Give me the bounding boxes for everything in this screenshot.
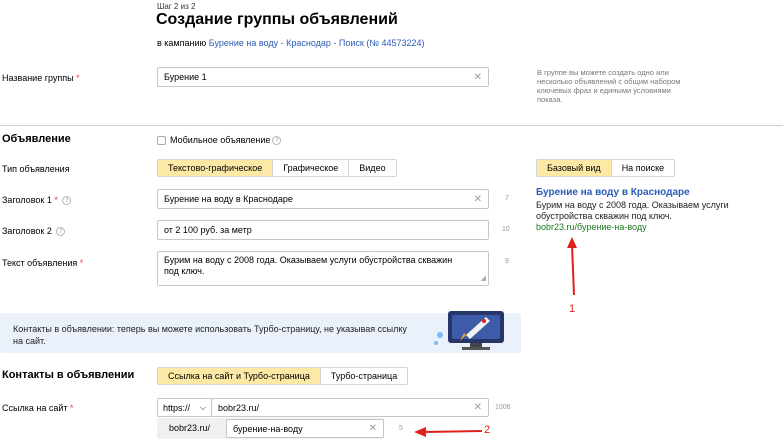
display-domain: bobr23.ru/ xyxy=(169,423,211,433)
title2-input[interactable]: от 2 100 руб. за метр xyxy=(157,220,489,240)
ad-type-video[interactable]: Видео xyxy=(349,160,396,176)
site-url-value: bobr23.ru/ xyxy=(218,402,260,413)
ad-type-graphic[interactable]: Графическое xyxy=(273,160,350,176)
ad-type-label: Тип объявления xyxy=(2,164,70,174)
annotation-label-2: 2 xyxy=(484,424,491,436)
help-icon[interactable]: ? xyxy=(62,196,72,206)
ad-section-title: Объявление xyxy=(2,133,71,145)
clear-icon[interactable]: ✕ xyxy=(369,423,377,434)
title1-label: Заголовок 1 * ? xyxy=(2,195,72,206)
ad-type-text-graphic[interactable]: Текстово-графическое xyxy=(158,160,274,176)
ad-text-textarea[interactable]: Бурим на воду с 2008 года. Оказываем усл… xyxy=(157,251,489,286)
display-link-row: bobr23.ru/ бурение-на-воду ✕ xyxy=(157,418,384,439)
banner-text: Контакты в объявлении: теперь вы можете … xyxy=(13,324,407,346)
protocol-value: https:// xyxy=(163,402,191,413)
annotation-arrow-1 xyxy=(567,237,577,296)
resize-handle-icon[interactable]: ◢ xyxy=(481,273,486,284)
step-indicator: Шаг 2 из 2 xyxy=(157,2,196,11)
turbo-banner: Контакты в объявлении: теперь вы можете … xyxy=(0,311,521,353)
contacts-option-turbo[interactable]: Турбо-страница xyxy=(320,368,408,384)
display-path-value: бурение-на-воду xyxy=(233,423,303,434)
preview-text: Бурим на воду с 2008 года. Оказываем усл… xyxy=(536,200,729,221)
contacts-option-site-and-turbo[interactable]: Ссылка на сайт и Турбо-страница xyxy=(158,368,321,384)
page-title: Создание группы объявлений xyxy=(156,11,398,28)
ad-type-selector[interactable]: Текстово-графическое Графическое Видео xyxy=(157,159,397,177)
site-link-label: Ссылка на сайт * xyxy=(2,403,74,413)
title2-counter: 10 xyxy=(502,226,510,233)
group-name-input[interactable]: Бурение 1 ✕ xyxy=(157,67,489,87)
protocol-select[interactable]: https:// ⌵ xyxy=(157,398,212,417)
mobile-ad-checkbox[interactable] xyxy=(157,135,166,145)
ad-text-label: Текст объявления * xyxy=(2,258,84,268)
title1-value: Бурение на воду в Краснодаре xyxy=(164,194,293,204)
display-path-input[interactable]: бурение-на-воду ✕ xyxy=(226,419,384,438)
title1-counter: 7 xyxy=(505,195,509,202)
rocket-monitor-illustration xyxy=(434,311,504,350)
title1-input[interactable]: Бурение на воду в Краснодаре ✕ xyxy=(157,189,489,209)
ad-text-value: Бурим на воду с 2008 года. Оказываем усл… xyxy=(164,255,453,276)
mobile-ad-label: Мобильное объявление xyxy=(170,135,271,145)
annotation-arrow-2 xyxy=(414,427,483,437)
contacts-option-selector[interactable]: Ссылка на сайт и Турбо-страница Турбо-ст… xyxy=(157,367,409,385)
campaign-link[interactable]: Бурение на воду - Краснодар - Поиск (№ 4… xyxy=(209,38,425,48)
preview-tab-search[interactable]: На поиске xyxy=(611,160,675,176)
campaign-prefix: в кампанию xyxy=(157,38,207,48)
clear-icon[interactable]: ✕ xyxy=(474,194,482,205)
help-icon[interactable]: ? xyxy=(272,135,282,145)
clear-icon[interactable]: ✕ xyxy=(474,72,482,83)
ad-text-counter: 9 xyxy=(505,258,509,265)
contacts-section-title: Контакты в объявлении xyxy=(2,369,135,381)
campaign-line: в кампанию Бурение на воду - Краснодар -… xyxy=(157,38,425,48)
preview-url[interactable]: bobr23.ru/бурение-на-воду xyxy=(536,222,647,232)
mobile-ad-checkbox-row[interactable]: Мобильное объявление ? xyxy=(157,135,282,145)
site-url-counter: 1006 xyxy=(495,404,511,411)
clear-icon[interactable]: ✕ xyxy=(474,402,482,413)
title2-label: Заголовок 2 ? xyxy=(2,226,66,237)
display-path-counter: 5 xyxy=(399,425,403,432)
preview-tab-basic[interactable]: Базовый вид xyxy=(537,160,612,176)
preview-title[interactable]: Бурение на воду в Краснодаре xyxy=(536,187,690,198)
group-name-label: Название группы * xyxy=(2,73,80,83)
title2-value: от 2 100 руб. за метр xyxy=(164,225,252,235)
site-url-input[interactable]: bobr23.ru/ ✕ xyxy=(211,398,489,417)
preview-view-selector[interactable]: Базовый вид На поиске xyxy=(536,159,676,177)
section-divider xyxy=(0,125,783,126)
group-help-text: В группе вы можете создать одно или неск… xyxy=(537,68,681,104)
help-icon[interactable]: ? xyxy=(56,227,66,237)
group-name-value: Бурение 1 xyxy=(164,72,207,82)
chevron-down-icon: ⌵ xyxy=(199,402,206,412)
annotation-label-1: 1 xyxy=(569,303,576,315)
